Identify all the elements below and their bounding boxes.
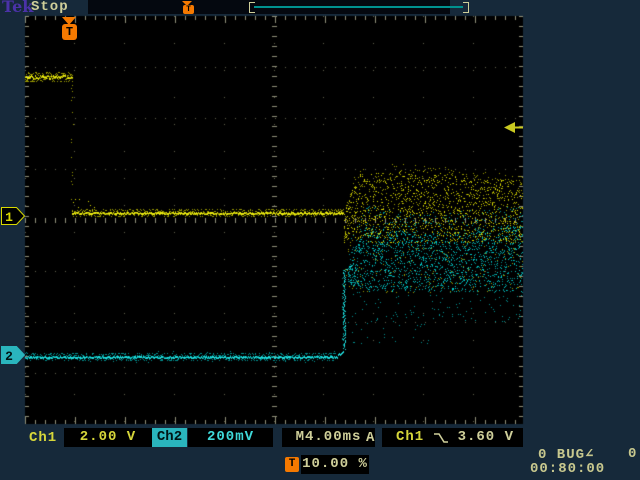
ch1-readout-label: Ch1 — [29, 430, 57, 446]
tek-logo: Tek — [2, 0, 33, 14]
acquisition-status: Stop — [31, 0, 69, 15]
ch2-ground-marker: 2 — [1, 345, 26, 365]
counter2-readout: 0 — [628, 446, 637, 462]
record-window-right-bracket — [463, 2, 469, 13]
horizontal-position-readout: 10.00 % — [301, 455, 369, 474]
record-line — [254, 6, 463, 8]
record-trigger-marker: T — [183, 5, 194, 14]
ch2-readout-label: Ch2 — [152, 428, 187, 447]
clock-readout: 00:80:00 — [530, 461, 605, 477]
timebase-readout: M4.00ms — [282, 428, 375, 447]
ch1-scale-readout: 2.00 V — [64, 428, 152, 447]
trigger-readout: Ch1 3.60 V — [382, 428, 523, 447]
trigger-level-readout: 3.60 V — [458, 428, 514, 447]
ch2-marker-label: 2 — [5, 349, 13, 364]
oscilloscope-screen: Tek Stop T T 1 2 Ch1 2.00 V Ch2 200mV M4… — [0, 0, 640, 480]
ch2-scale-readout: 200mV — [188, 428, 273, 447]
ch1-ground-marker: 1 — [1, 206, 26, 226]
ch1-marker-label: 1 — [5, 210, 13, 225]
acquisition-mode-label: A — [366, 430, 375, 446]
falling-edge-icon — [432, 431, 450, 444]
trigger-level-marker-icon — [504, 121, 523, 134]
trigger-source-label: Ch1 — [396, 428, 424, 447]
trigger-position-marker: T — [62, 24, 77, 40]
record-view-bar — [88, 0, 450, 14]
waveform-display — [0, 0, 640, 480]
hpos-trigger-icon: T — [285, 457, 299, 472]
